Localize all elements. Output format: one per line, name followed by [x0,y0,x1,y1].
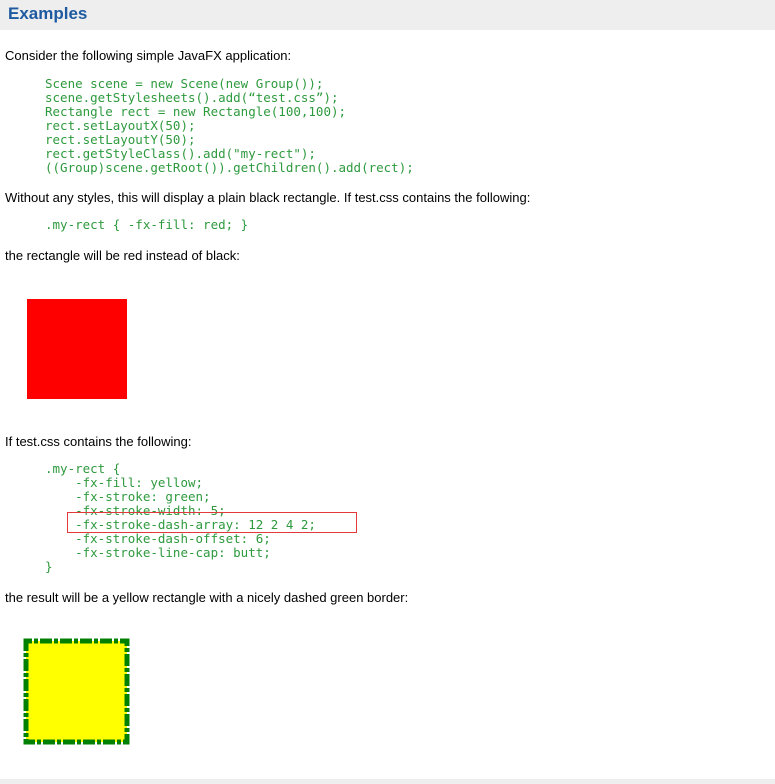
section-header: Examples [0,0,775,30]
dash-array-highlight [67,512,357,533]
yellow-result-paragraph: the result will be a yellow rectangle wi… [5,590,409,605]
code-line: -fx-fill: yellow; [45,475,204,490]
code-line: -fx-stroke: green; [45,489,211,504]
code-line: rect.getStyleClass().add("my-rect"); [45,146,316,161]
dashed-rect-shape [23,638,130,745]
code-line: } [45,559,53,574]
code-line: .my-rect { -fx-fill: red; } [45,217,249,232]
section-title: Examples [8,4,88,23]
code-line: scene.getStylesheets().add(“test.css”); [45,90,339,105]
code-line: rect.setLayoutY(50); [45,132,196,147]
code-line: Rectangle rect = new Rectangle(100,100); [45,104,347,119]
intro-paragraph: Consider the following simple JavaFX app… [5,48,292,63]
java-code-block: Scene scene = new Scene(new Group()); sc… [45,77,414,175]
no-styles-paragraph: Without any styles, this will display a … [5,190,531,205]
code-line: -fx-stroke-line-cap: butt; [45,545,271,560]
code-line: .my-rect { [45,461,121,476]
code-line: rect.setLayoutX(50); [45,118,196,133]
red-rectangle [27,299,127,399]
code-line: ((Group)scene.getRoot()).getChildren().a… [45,160,414,175]
footer-bar [0,779,775,784]
css-red-code-block: .my-rect { -fx-fill: red; } [45,218,248,232]
if-contains-paragraph: If test.css contains the following: [5,434,192,449]
code-line: -fx-stroke-dash-offset: 6; [45,531,271,546]
yellow-dashed-rectangle [23,638,130,745]
red-result-paragraph: the rectangle will be red instead of bla… [5,248,240,263]
code-line: Scene scene = new Scene(new Group()); [45,76,324,91]
